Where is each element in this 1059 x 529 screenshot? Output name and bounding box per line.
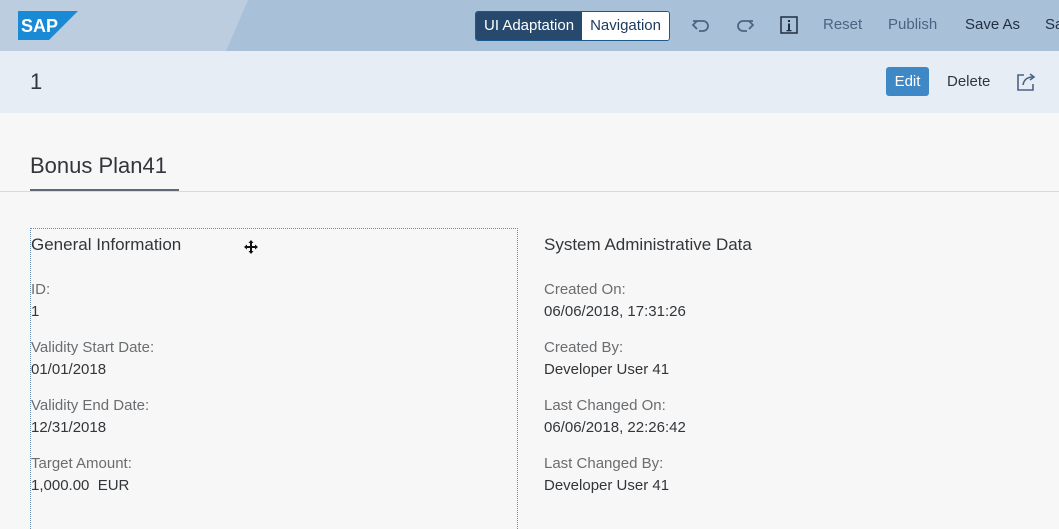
edit-button[interactable]: Edit (886, 67, 929, 96)
last-changed-by-value: Developer User 41 (544, 477, 670, 494)
id-label: ID: (31, 281, 51, 298)
redo-icon[interactable] (734, 14, 756, 36)
validity-end-date-value: 12/31/2018 (31, 419, 107, 436)
sap-logo: SAP (18, 11, 78, 40)
system-administrative-data-title: System Administrative Data (544, 235, 752, 254)
info-icon[interactable] (778, 14, 800, 36)
created-on-value: 06/06/2018, 17:31:26 (544, 303, 686, 320)
last-changed-by-label: Last Changed By: (544, 455, 664, 472)
publish-button[interactable]: Publish (888, 11, 937, 39)
id-value: 1 (31, 303, 40, 320)
save-button-truncated[interactable]: Sa (1045, 11, 1059, 39)
undo-icon[interactable] (690, 14, 712, 36)
object-page-content: Bonus Plan41 General Information ID: 1 V… (0, 113, 1059, 529)
adaptation-toolbar: SAP UI Adaptation Navigation Reset Publi… (0, 0, 1059, 51)
target-amount-label: Target Amount: (31, 455, 132, 472)
last-changed-on-value: 06/06/2018, 22:26:42 (544, 419, 686, 436)
navigation-button[interactable]: Navigation (582, 12, 669, 40)
created-by-label: Created By: (544, 339, 624, 356)
delete-button[interactable]: Delete (947, 67, 990, 96)
reset-button[interactable]: Reset (823, 11, 862, 39)
object-title: 1 (30, 69, 43, 94)
section-divider (0, 191, 1059, 192)
last-changed-on-label: Last Changed On: (544, 397, 666, 414)
object-header: 1 Edit Delete (0, 51, 1059, 113)
logo-text: SAP (21, 16, 58, 36)
created-by-value: Developer User 41 (544, 361, 670, 378)
general-information-title: General Information (31, 235, 182, 254)
target-amount-value: 1,000.00 EUR (31, 477, 130, 494)
created-on-label: Created On: (544, 281, 626, 298)
ui-adaptation-button[interactable]: UI Adaptation (476, 12, 583, 40)
validity-start-date-label: Validity Start Date: (31, 339, 155, 356)
move-cursor-icon (244, 240, 258, 254)
save-as-button[interactable]: Save As (965, 11, 1020, 39)
section-tab-bonus-plan[interactable]: Bonus Plan41 (30, 153, 167, 179)
share-icon[interactable] (1015, 71, 1037, 93)
validity-end-date-label: Validity End Date: (31, 397, 150, 414)
validity-start-date-value: 01/01/2018 (31, 361, 107, 378)
mode-switch: UI Adaptation Navigation (475, 11, 670, 41)
